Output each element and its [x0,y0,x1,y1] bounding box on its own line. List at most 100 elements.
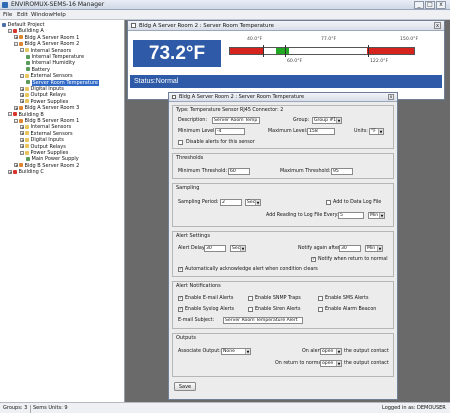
alert-delay-unit-select[interactable]: Sec ▼ [230,245,246,252]
save-button[interactable]: Save [174,382,196,391]
tree-item[interactable]: - Building B [8,112,44,118]
maximize-button[interactable]: □ [425,1,435,9]
notify-normal-label: Notify when return to normal [318,257,388,262]
tree-item[interactable]: + Building C [8,169,44,175]
tree-item[interactable]: - Power Supplies [20,150,68,156]
tree-item[interactable]: + Bldg A Server Room 1 [14,35,79,41]
tree-item[interactable]: - External Sensors [20,73,73,79]
minimize-button[interactable]: _ [414,1,424,9]
menu-file[interactable]: File [3,11,12,19]
menu-edit[interactable]: Edit [17,11,28,19]
room-icon [19,41,23,46]
chevron-down-icon: ▼ [377,246,382,251]
tree-item[interactable]: - Bldg A Server Room 2 [14,41,79,47]
tree-item[interactable]: - Internal Sensors [20,48,71,54]
tree-item[interactable]: + Bldg A Server Room 3 [14,105,79,111]
auto-ack-checkbox[interactable]: ✓ [178,267,183,272]
on-return-select[interactable]: open ▼ [320,360,342,367]
alarm-beacon-checkbox[interactable] [318,307,323,312]
expand-toggle-icon[interactable]: + [8,169,12,174]
window-title: ENVIROMUX-SEMS-16 Manager [11,1,105,8]
syslog-alerts-checkbox[interactable]: ✓ [178,307,183,312]
expand-toggle-icon[interactable]: + [20,131,24,136]
collapse-toggle-icon[interactable]: - [8,28,12,33]
collapse-toggle-icon[interactable]: - [8,112,12,117]
add-to-log-checkbox[interactable] [326,200,331,205]
gauge-current-marker [275,48,289,54]
tree-item[interactable]: - Building A [8,28,44,34]
sampling-period-unit-select[interactable]: Sec ▼ [245,199,261,206]
associate-output-select[interactable]: None ▼ [221,348,251,355]
disable-alerts-checkbox[interactable] [178,140,183,145]
folder-icon [25,92,29,97]
tree-item[interactable]: - Bldg B Server Room 1 [14,118,79,124]
collapse-toggle-icon[interactable]: - [20,73,24,78]
tree-item[interactable]: Main Power Supply [26,156,79,162]
menu-window[interactable]: Window [31,11,53,19]
expand-toggle-icon[interactable]: + [14,163,18,168]
add-every-unit-select[interactable]: Min ▼ [368,212,385,219]
siren-alerts-label: Enable Siren Alerts [255,307,301,312]
tree-item[interactable]: + Output Relays [20,144,66,150]
auto-ack-label: Automatically acknowledge alert when con… [185,267,318,272]
tree-item-label: Main Power Supply [31,156,79,163]
tree-item[interactable]: + Internal Sensors [20,124,71,130]
notify-normal-checkbox[interactable]: ✓ [311,257,316,262]
siren-alerts-checkbox[interactable] [248,307,253,312]
description-field[interactable]: Server Room Temp [212,117,260,124]
gauge-high-alert-zone [367,48,414,54]
email-alerts-label: Enable E-mail Alerts [185,296,234,301]
sms-alerts-checkbox[interactable] [318,296,323,301]
expand-toggle-icon[interactable]: + [20,124,24,129]
sensor-window-close-button[interactable]: x [434,22,441,29]
expand-toggle-icon[interactable]: + [20,144,24,149]
notify-again-field[interactable]: 30 [339,245,361,252]
tree-item[interactable]: Default Project [2,22,44,28]
snmp-traps-checkbox[interactable] [248,296,253,301]
outputs-title: Outputs [176,335,196,341]
collapse-toggle-icon[interactable]: - [20,150,24,155]
add-every-field[interactable]: 5 [338,212,364,219]
tree-item-label: Building A [18,28,44,35]
on-return-suffix: the output contact [344,361,389,366]
description-label: Description: [178,118,207,123]
menu-help[interactable]: Help [53,11,66,19]
email-subject-field[interactable]: Server Room Temperature Alert [223,317,303,324]
tree-item[interactable]: Battery [26,67,50,73]
alert-settings-group: Alert Settings Alert Delay: 30 Sec ▼ Noti… [172,231,394,277]
collapse-toggle-icon[interactable]: - [20,48,24,53]
tree-item[interactable]: + Digital Inputs [20,137,64,143]
collapse-toggle-icon[interactable]: - [14,41,18,46]
email-alerts-checkbox[interactable]: ✓ [178,296,183,301]
max-level-field[interactable]: 158 [307,128,335,135]
tree-item-label: Digital Inputs [30,86,64,92]
close-button[interactable]: x [436,1,446,9]
tree-item[interactable]: + Digital Inputs [20,86,64,92]
tree-item[interactable]: + Power Supplies [20,99,68,105]
chevron-down-icon: ▼ [336,349,341,354]
outputs-group: Outputs Associate Output: None ▼ On alert… [172,333,394,377]
expand-toggle-icon[interactable]: + [20,99,24,104]
collapse-toggle-icon[interactable]: - [14,118,18,123]
alert-delay-field[interactable]: 30 [204,245,226,252]
sampling-period-field[interactable]: 2 [220,199,242,206]
dialog-close-button[interactable]: x [388,94,394,100]
tree-item[interactable]: + Output Relays [20,92,66,98]
expand-toggle-icon[interactable]: + [14,105,18,110]
tree-item[interactable]: + Bldg B Server Room 2 [14,163,79,169]
min-level-field[interactable]: -4 [215,128,245,135]
expand-toggle-icon[interactable]: + [20,92,24,97]
on-alert-select[interactable]: open ▼ [320,348,342,355]
expand-toggle-icon[interactable]: + [20,137,24,142]
units-select[interactable]: °F ▼ [369,128,384,135]
expand-toggle-icon[interactable]: + [14,35,18,40]
notify-again-unit-select[interactable]: Min ▼ [365,245,383,252]
tree-item[interactable]: Internal Temperature [26,54,84,60]
tree-item[interactable]: + External Sensors [20,131,73,137]
max-threshold-field[interactable]: 95 [331,168,353,175]
tree-item[interactable]: Internal Humidity [26,60,75,66]
tree-item[interactable]: Server Room Temperature [26,79,99,86]
group-select[interactable]: Group #1 ▼ [312,117,342,124]
min-threshold-field[interactable]: 60 [228,168,250,175]
expand-toggle-icon[interactable]: + [20,86,24,91]
